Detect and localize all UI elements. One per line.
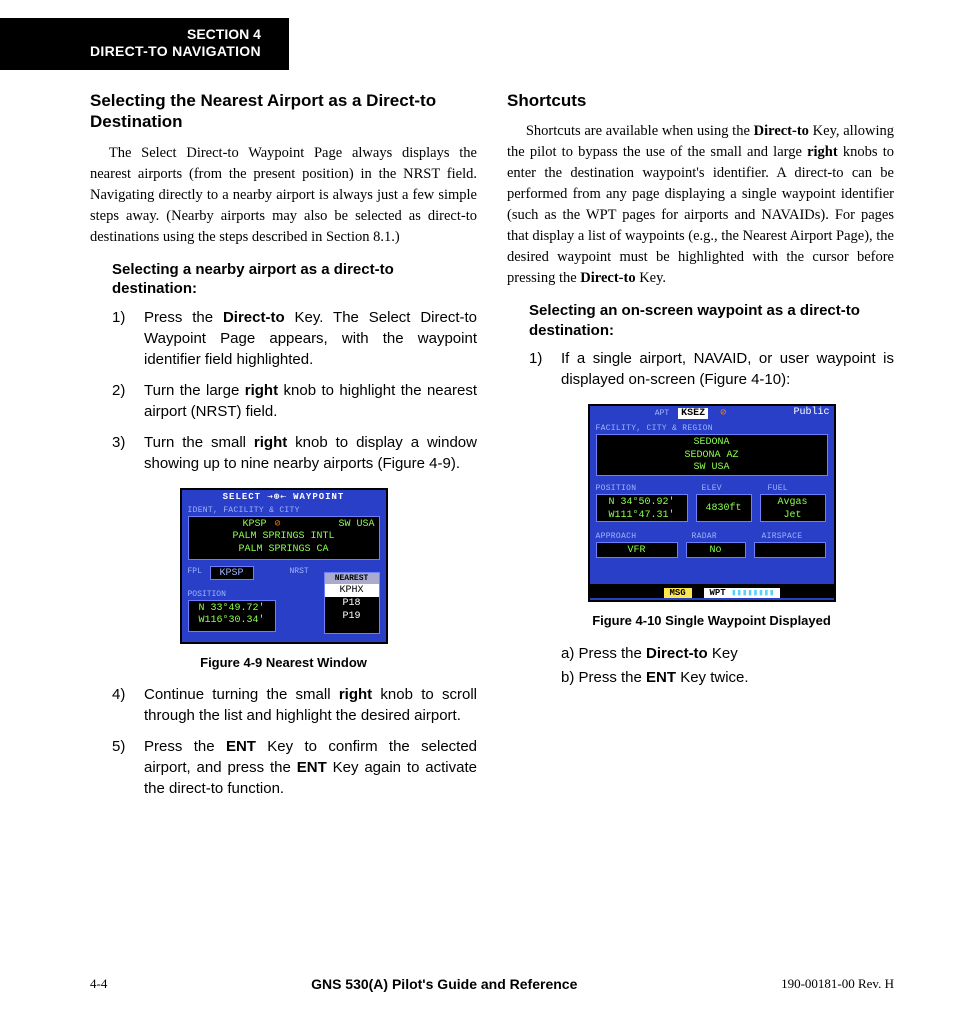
guide-title: GNS 530(A) Pilot's Guide and Reference (311, 976, 577, 992)
figure-4-10: APT KSEZ ⊘ Public FACILITY, CITY & REGIO… (529, 404, 894, 628)
page-number: 4-4 (90, 976, 107, 992)
steps-list-b: 4)Continue turning the small right knob … (112, 684, 477, 799)
left-heading: Selecting the Nearest Airport as a Direc… (90, 90, 477, 133)
steps-list-a: 1)Press the Direct-to Key. The Select Di… (112, 307, 477, 474)
left-intro: The Select Direct-to Waypoint Page alway… (90, 143, 477, 248)
right-column: Shortcuts Shortcuts are available when u… (507, 90, 894, 809)
section-number: SECTION 4 (90, 26, 261, 43)
figure-4-9: SELECT ⇢⊕⇠ WAYPOINT IDENT, FACILITY & CI… (90, 488, 477, 670)
gps-screen-nearest: SELECT ⇢⊕⇠ WAYPOINT IDENT, FACILITY & CI… (180, 488, 388, 644)
doc-revision: 190-00181-00 Rev. H (781, 976, 894, 992)
sub-steps: a) Press the Direct-to Key b) Press the … (561, 642, 894, 689)
right-subheading: Selecting an on-screen waypoint as a dir… (529, 301, 894, 340)
page-footer: 4-4 GNS 530(A) Pilot's Guide and Referen… (0, 976, 954, 992)
sub-a: a) Press the Direct-to Key (561, 642, 894, 665)
step-3: 3)Turn the small right knob to display a… (112, 432, 477, 474)
gps-screen-wpt: APT KSEZ ⊘ Public FACILITY, CITY & REGIO… (588, 404, 836, 602)
right-steps: 1)If a single airport, NAVAID, or user w… (529, 348, 894, 390)
figure-4-10-caption: Figure 4-10 Single Waypoint Displayed (529, 613, 894, 628)
left-column: Selecting the Nearest Airport as a Direc… (90, 90, 477, 809)
right-intro: Shortcuts are available when using the D… (507, 121, 894, 289)
section-title: DIRECT-TO NAVIGATION (90, 43, 261, 60)
step-5: 5)Press the ENT Key to confirm the selec… (112, 736, 477, 799)
right-step-1: 1)If a single airport, NAVAID, or user w… (529, 348, 894, 390)
step-1: 1)Press the Direct-to Key. The Select Di… (112, 307, 477, 370)
step-4: 4)Continue turning the small right knob … (112, 684, 477, 726)
right-heading: Shortcuts (507, 90, 894, 111)
sub-b: b) Press the ENT Key twice. (561, 666, 894, 689)
nearest-popup: NEAREST KPHX P18 P19 (324, 572, 380, 634)
section-tab: SECTION 4 DIRECT-TO NAVIGATION (0, 18, 289, 70)
step-2: 2)Turn the large right knob to highlight… (112, 380, 477, 422)
figure-4-9-caption: Figure 4-9 Nearest Window (90, 655, 477, 670)
left-subheading: Selecting a nearby airport as a direct-t… (112, 260, 477, 299)
